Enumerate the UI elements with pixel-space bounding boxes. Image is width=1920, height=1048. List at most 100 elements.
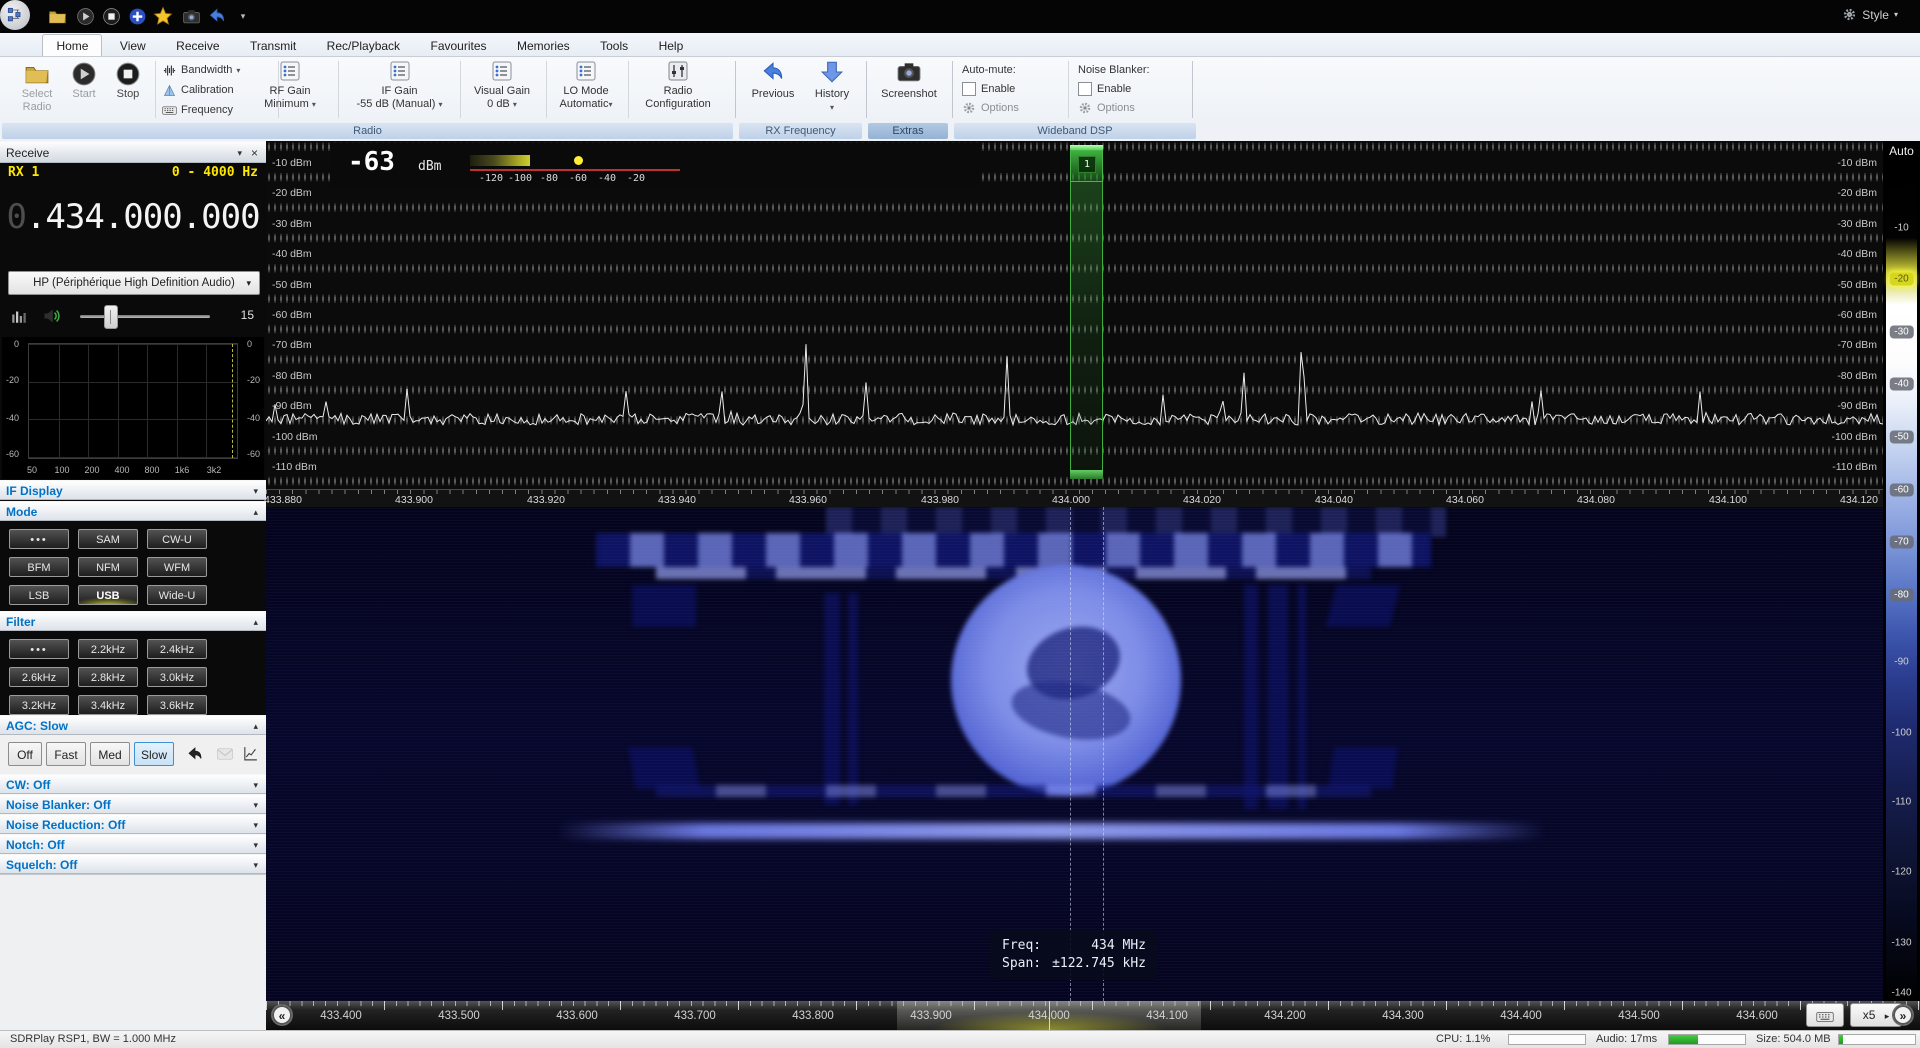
- history-button[interactable]: History▾: [806, 59, 858, 114]
- screenshot-button[interactable]: Screenshot: [872, 59, 946, 101]
- meter-unit: dBm: [418, 159, 441, 174]
- audio-device-select[interactable]: HP (Périphérique High Definition Audio) …: [8, 271, 260, 295]
- panel-close-icon[interactable]: ×: [251, 142, 258, 164]
- mode-button-usb[interactable]: USB: [78, 585, 138, 605]
- band-navigation-bar[interactable]: 433.400 433.500 433.600 433.700 433.800 …: [266, 1001, 1920, 1030]
- rx-marker[interactable]: 1: [1070, 145, 1103, 481]
- palette-label-selected[interactable]: -20: [1889, 273, 1913, 286]
- rx-marker-foot: [1070, 470, 1103, 479]
- tab-favourites[interactable]: Favourites: [418, 35, 500, 56]
- receive-panel-header[interactable]: Receive ▾ ×: [0, 141, 266, 163]
- section-if-display[interactable]: IF Display▾: [0, 480, 266, 500]
- rx-marker-body[interactable]: [1070, 182, 1103, 470]
- start-button[interactable]: Start: [60, 59, 108, 119]
- mode-button-lsb[interactable]: LSB: [9, 585, 69, 605]
- noise-blanker-options-button[interactable]: Options: [1078, 98, 1182, 117]
- waterfall-display[interactable]: Freq:434 MHz Span:±122.745 kHz: [266, 507, 1883, 1001]
- rx-audio-range: 0 - 4000 Hz: [172, 165, 258, 180]
- section-agc[interactable]: AGC: Slow▴: [0, 715, 266, 735]
- mode-button-wfm[interactable]: WFM: [147, 557, 207, 577]
- section-squelch[interactable]: Squelch: Off▾: [0, 854, 266, 874]
- agc-undo-icon[interactable]: [186, 745, 204, 763]
- section-notch[interactable]: Notch: Off▾: [0, 834, 266, 854]
- bandwidth-button[interactable]: Bandwidth▾: [162, 60, 240, 80]
- automute-options-button[interactable]: Options: [962, 98, 1062, 117]
- meter-gradient-bar: [470, 155, 530, 166]
- agc-slow-button[interactable]: Slow: [134, 742, 174, 766]
- mode-button-more[interactable]: •••: [9, 529, 69, 549]
- frequency-display[interactable]: 0.434.000.000: [0, 185, 266, 249]
- equalizer-icon[interactable]: [10, 307, 28, 325]
- mode-button-cwu[interactable]: CW-U: [147, 529, 207, 549]
- agc-med-button[interactable]: Med: [90, 742, 130, 766]
- tab-home[interactable]: Home: [42, 34, 102, 56]
- visual-gain-button[interactable]: Visual Gain 0 dB ▾: [462, 59, 542, 111]
- tab-help[interactable]: Help: [646, 35, 697, 56]
- filter-button-34[interactable]: 3.4kHz: [78, 695, 138, 715]
- filter-button-36[interactable]: 3.6kHz: [147, 695, 207, 715]
- panel-collapse-icon[interactable]: ▾: [237, 142, 242, 164]
- radio-configuration-icon: [666, 59, 690, 83]
- filter-button-30[interactable]: 3.0kHz: [147, 667, 207, 687]
- favourite-star-icon[interactable]: [152, 5, 174, 27]
- mode-button-sam[interactable]: SAM: [78, 529, 138, 549]
- radio-configuration-button[interactable]: Radio Configuration: [632, 59, 724, 111]
- noise-blanker-enable-checkbox[interactable]: Enable: [1078, 79, 1182, 98]
- add-icon[interactable]: [126, 5, 148, 27]
- tab-memories[interactable]: Memories: [504, 35, 583, 56]
- tab-view[interactable]: View: [107, 35, 159, 56]
- tab-rec-playback[interactable]: Rec/Playback: [314, 35, 413, 56]
- filter-button-32[interactable]: 3.2kHz: [9, 695, 69, 715]
- start-icon[interactable]: [74, 5, 96, 27]
- agc-mail-icon[interactable]: [216, 745, 234, 763]
- waterfall-palette-scale[interactable]: Auto -10 -20 -30 -40 -50 -60 -70 -80 -90…: [1883, 141, 1920, 1001]
- frequency-button[interactable]: Frequency: [162, 100, 233, 120]
- keyboard-entry-button[interactable]: [1806, 1003, 1844, 1027]
- automute-enable-checkbox[interactable]: Enable: [962, 79, 1062, 98]
- filter-button-22[interactable]: 2.2kHz: [78, 639, 138, 659]
- filter-button-28[interactable]: 2.8kHz: [78, 667, 138, 687]
- scroll-right-button[interactable]: »: [1892, 1004, 1914, 1026]
- quick-access-caret-icon[interactable]: ▾: [232, 5, 254, 27]
- section-noise-blanker[interactable]: Noise Blanker: Off▾: [0, 794, 266, 814]
- camera-icon[interactable]: [180, 5, 202, 27]
- stop-button[interactable]: Stop: [104, 59, 152, 119]
- section-noise-reduction[interactable]: Noise Reduction: Off▾: [0, 814, 266, 834]
- stop-icon[interactable]: [100, 5, 122, 27]
- app-menu-button[interactable]: [0, 0, 30, 30]
- style-button[interactable]: Style ▾: [1842, 7, 1898, 22]
- if-gain-button[interactable]: IF Gain -55 dB (Manual) ▾: [342, 59, 457, 111]
- agc-fast-button[interactable]: Fast: [46, 742, 86, 766]
- open-file-icon[interactable]: [46, 5, 68, 27]
- tab-transmit[interactable]: Transmit: [237, 35, 309, 56]
- speaker-icon[interactable]: [42, 306, 62, 326]
- agc-off-button[interactable]: Off: [8, 742, 42, 766]
- rx-label: RX 1: [8, 165, 39, 180]
- lo-mode-button[interactable]: LO Mode Automatic▾: [548, 59, 624, 111]
- mode-button-bfm[interactable]: BFM: [9, 557, 69, 577]
- section-filter[interactable]: Filter▴: [0, 611, 266, 631]
- rx-bandwidth-line-right: [1103, 507, 1104, 1001]
- mode-button-wideu[interactable]: Wide-U: [147, 585, 207, 605]
- section-mode[interactable]: Mode▴: [0, 501, 266, 521]
- scroll-left-button[interactable]: «: [271, 1004, 293, 1026]
- tab-receive[interactable]: Receive: [163, 35, 232, 56]
- filter-button-26[interactable]: 2.6kHz: [9, 667, 69, 687]
- rf-gain-button[interactable]: RF Gain Minimum ▾: [245, 59, 335, 111]
- undo-icon[interactable]: [206, 5, 228, 27]
- section-cw[interactable]: CW: Off▾: [0, 774, 266, 794]
- filter-button-more[interactable]: •••: [9, 639, 69, 659]
- previous-button[interactable]: Previous: [742, 59, 804, 101]
- volume-slider-thumb[interactable]: [104, 305, 118, 329]
- palette-auto-button[interactable]: Auto: [1883, 144, 1920, 158]
- agc-chart-icon[interactable]: [242, 745, 259, 762]
- mode-button-nfm[interactable]: NFM: [78, 557, 138, 577]
- noise-blanker-title: Noise Blanker:: [1078, 60, 1182, 79]
- volume-slider-track[interactable]: [80, 315, 210, 318]
- spectrum-frequency-axis[interactable]: 433.880 433.900 433.920 433.940 433.960 …: [266, 489, 1883, 507]
- spectrum-display[interactable]: -63 dBm -120 -100 -80 -60 -40 -20 -10 dB…: [266, 141, 1883, 489]
- calibration-button[interactable]: Calibration: [162, 80, 234, 100]
- gear-icon: [1842, 7, 1857, 22]
- filter-button-24[interactable]: 2.4kHz: [147, 639, 207, 659]
- tab-tools[interactable]: Tools: [587, 35, 641, 56]
